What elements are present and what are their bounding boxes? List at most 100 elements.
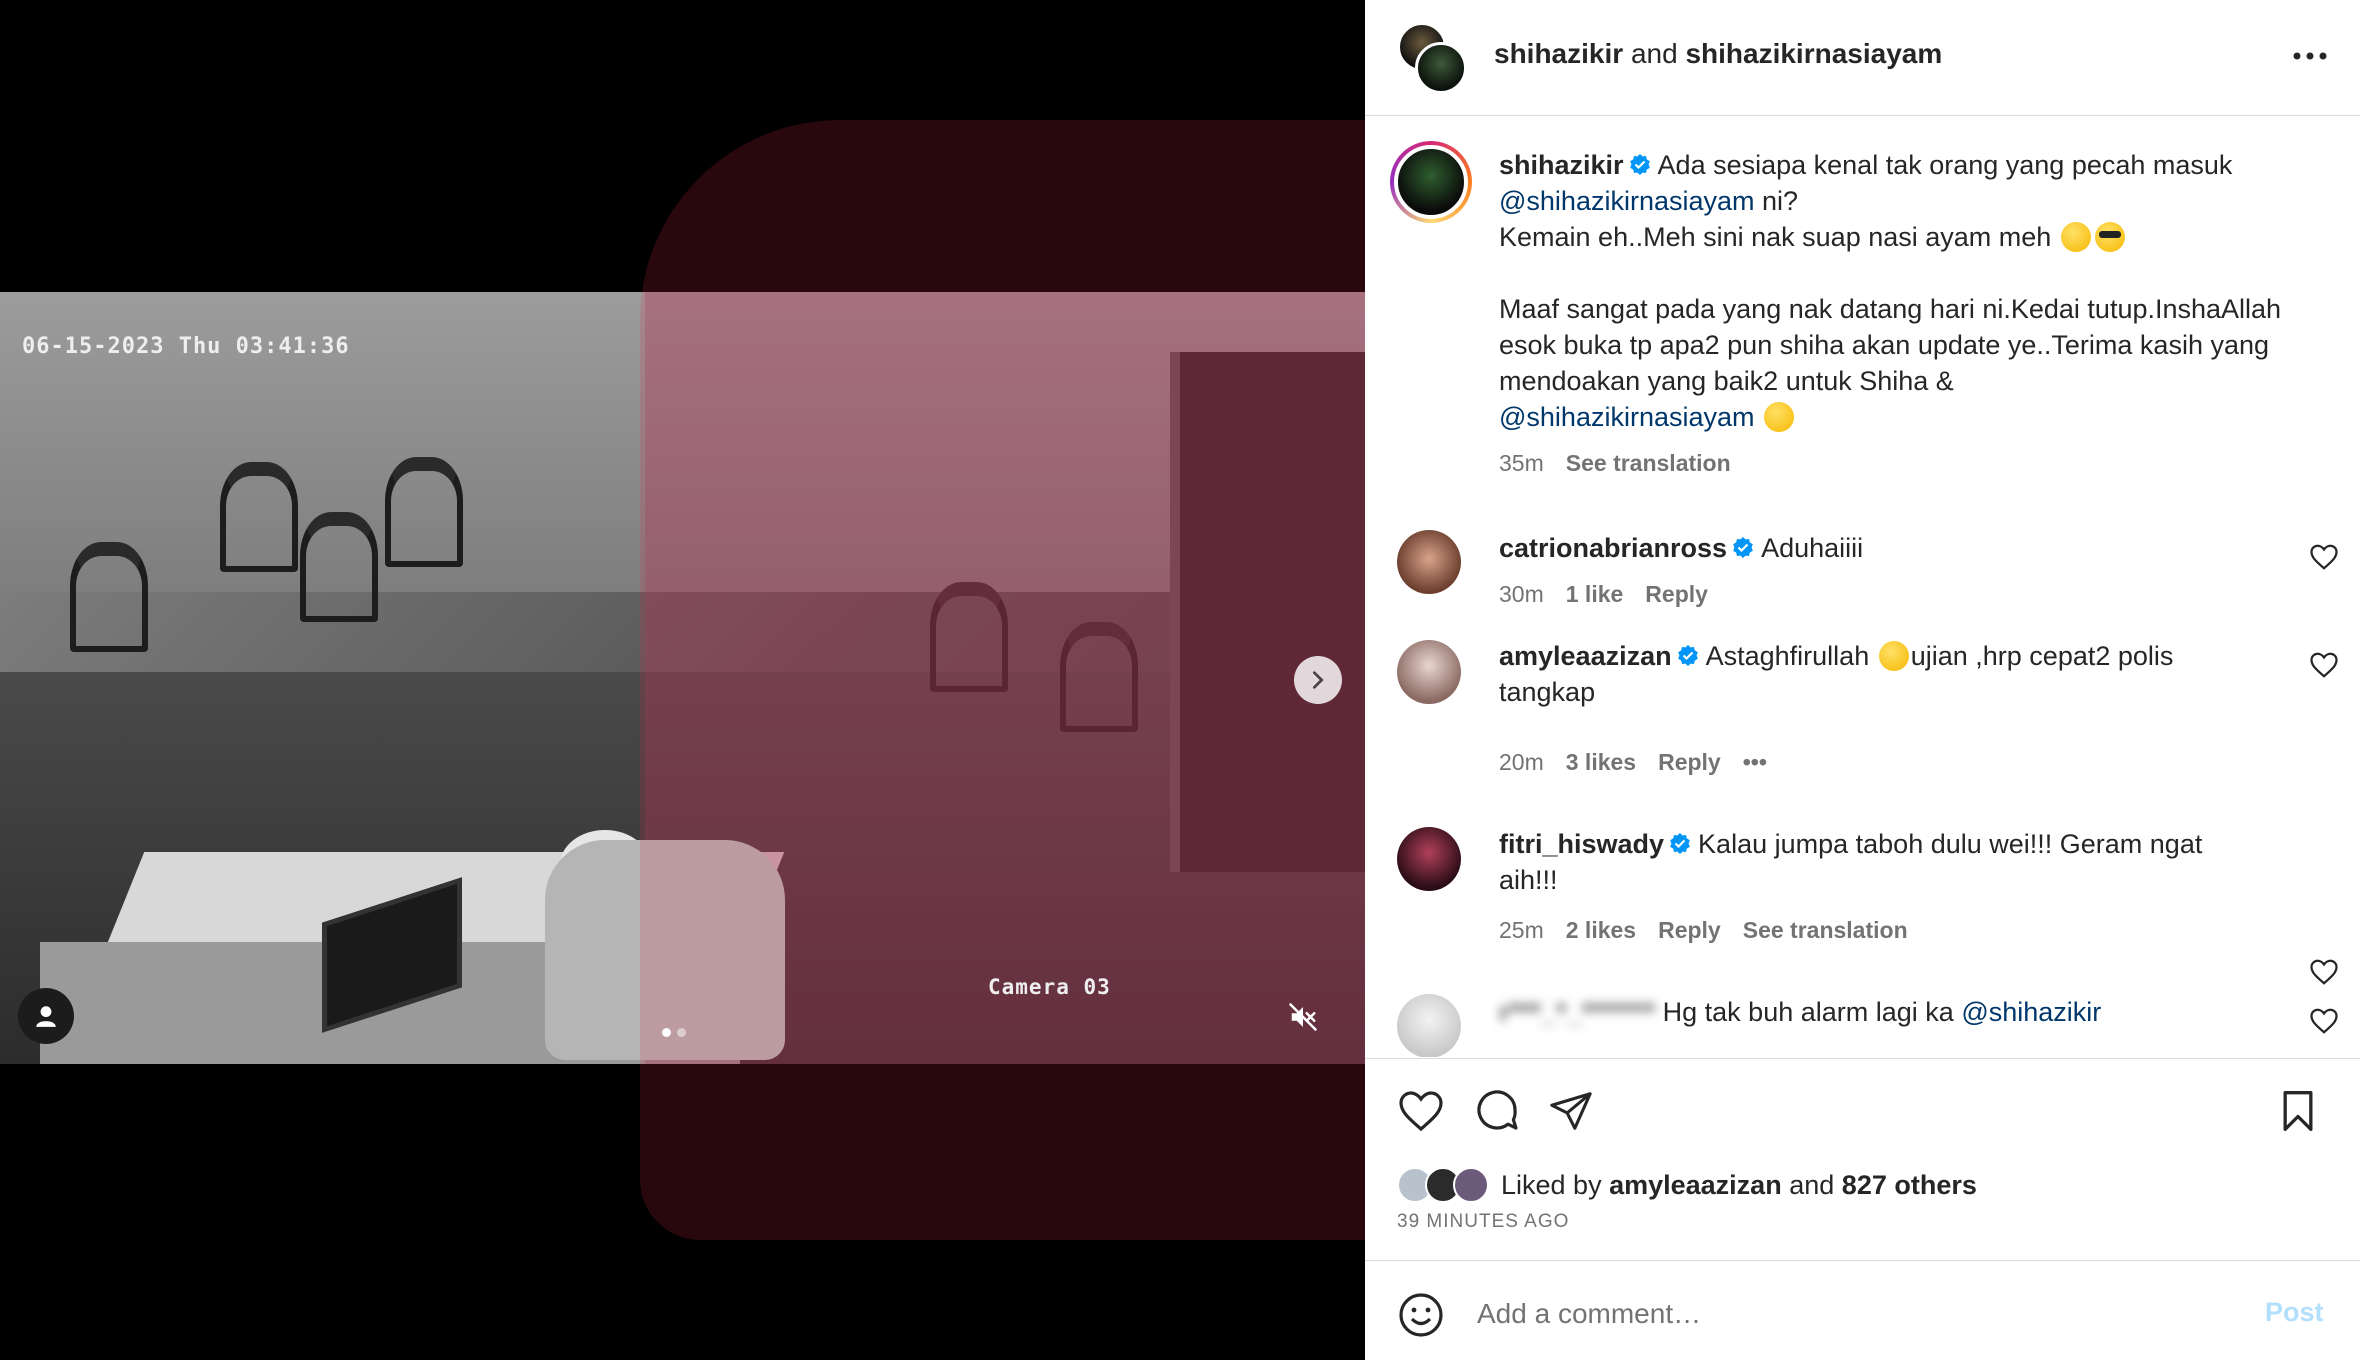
comment-username[interactable]: amyleaazizan bbox=[1499, 641, 1672, 671]
reply-button[interactable]: Reply bbox=[1658, 917, 1721, 943]
mute-toggle-button[interactable] bbox=[1278, 992, 1328, 1042]
kiss-emoji-icon bbox=[1764, 402, 1795, 432]
liker-username[interactable]: amyleaazizan bbox=[1609, 1170, 1782, 1201]
see-translation-link[interactable]: See translation bbox=[1743, 917, 1908, 943]
see-translation-link[interactable]: See translation bbox=[1566, 450, 1731, 476]
thinking-emoji-icon bbox=[2060, 222, 2091, 252]
next-slide-button[interactable] bbox=[1294, 656, 1342, 704]
post-panel: shihazikir and shihazikirnasiayam shihaz… bbox=[1365, 0, 2360, 1360]
cctv-timestamp: 06-15-2023 Thu 03:41:36 bbox=[22, 334, 350, 359]
caption-avatar[interactable] bbox=[1390, 141, 1472, 223]
caption-text: Kemain eh..Meh sini nak suap nasi ayam m… bbox=[1499, 222, 2052, 252]
liker-avatars bbox=[1397, 1167, 1489, 1203]
comment-button[interactable] bbox=[1469, 1083, 1525, 1139]
comment-text: Astaghfirullah bbox=[1705, 641, 1870, 671]
stool bbox=[70, 542, 148, 652]
reply-button[interactable]: Reply bbox=[1658, 749, 1721, 775]
post-actions: Liked by amyleaazizan and 827 others bbox=[1365, 1058, 2360, 1218]
likes-count-link[interactable]: 3 likes bbox=[1566, 749, 1636, 775]
comments-scroll[interactable]: shihazikir Ada sesiapa kenal tak orang ya… bbox=[1365, 117, 2360, 1057]
comment-text: Aduhaiiii bbox=[1761, 533, 1864, 563]
more-options-button[interactable] bbox=[2285, 36, 2335, 76]
author-link[interactable]: shihazikir bbox=[1494, 38, 1623, 69]
comment-meta: 25m 2 likes Reply See translation bbox=[1499, 917, 1930, 944]
likes-count-link[interactable]: 1 like bbox=[1566, 581, 1624, 607]
comment-body: fitri_hiswady Kalau jumpa taboh dulu wei!… bbox=[1499, 826, 2259, 898]
comment-time[interactable]: 20m bbox=[1499, 749, 1544, 775]
avatar bbox=[1453, 1167, 1489, 1203]
liked-by-prefix: Liked by bbox=[1501, 1169, 1602, 1200]
author-link[interactable]: shihazikirnasiayam bbox=[1685, 38, 1942, 69]
mention-link[interactable]: @shihazikir bbox=[1961, 997, 2101, 1027]
likes-count-link[interactable]: 2 likes bbox=[1566, 917, 1636, 943]
bookmark-icon bbox=[2283, 1091, 2313, 1131]
like-button[interactable] bbox=[1393, 1083, 1449, 1139]
collab-avatars[interactable] bbox=[1397, 22, 1467, 94]
caption-time[interactable]: 35m bbox=[1499, 450, 1544, 476]
caption-text: Maaf sangat pada yang nak datang hari ni… bbox=[1499, 294, 2282, 396]
chevron-right-icon bbox=[1312, 671, 1324, 689]
liked-by-joiner: and bbox=[1789, 1169, 1835, 1200]
caption-meta: 35m See translation bbox=[1499, 450, 1753, 477]
liked-by: Liked by amyleaazizan and 827 others bbox=[1397, 1167, 1977, 1203]
comment-input[interactable] bbox=[1477, 1291, 2177, 1337]
comment-bubble-icon bbox=[1477, 1090, 1518, 1130]
avatar bbox=[1415, 42, 1467, 94]
sunglasses-emoji-icon bbox=[2094, 222, 2125, 252]
post-time[interactable]: 39 MINUTES AGO bbox=[1397, 1211, 1569, 1233]
comment-username[interactable]: r***_*_******* bbox=[1499, 997, 1655, 1027]
comment-body: catrionabrianross Aduhaiiii bbox=[1499, 530, 2259, 566]
comment-username[interactable]: catrionabrianross bbox=[1499, 533, 1727, 563]
authors-joiner: and bbox=[1630, 38, 1678, 69]
carousel-dot bbox=[662, 1028, 671, 1037]
emoji-picker-button[interactable] bbox=[1397, 1291, 1447, 1341]
heart-icon[interactable] bbox=[2309, 1006, 2339, 1036]
mention-link[interactable]: @shihazikirnasiayam bbox=[1499, 402, 1755, 432]
stool bbox=[300, 512, 378, 622]
comment-meta: 30m 1 like Reply bbox=[1499, 581, 1730, 608]
smiley-icon bbox=[1399, 1293, 1443, 1337]
avatar[interactable] bbox=[1397, 530, 1461, 594]
comment-username[interactable]: fitri_hiswady bbox=[1499, 829, 1664, 859]
avatar[interactable] bbox=[1397, 640, 1461, 704]
post-media: 06-15-2023 Thu 03:41:36 Camera 03 bbox=[0, 0, 1365, 1360]
reply-button[interactable]: Reply bbox=[1645, 581, 1708, 607]
intruder bbox=[545, 840, 785, 1060]
comment-meta: 20m 3 likes Reply ••• bbox=[1499, 749, 1789, 776]
speaker-muted-icon bbox=[1289, 1003, 1317, 1031]
others-link[interactable]: 827 others bbox=[1842, 1170, 1977, 1201]
share-button[interactable] bbox=[1543, 1083, 1599, 1139]
comment-composer: Post bbox=[1365, 1260, 2360, 1360]
more-icon bbox=[2293, 52, 2327, 60]
mention-link[interactable]: @shihazikirnasiayam bbox=[1499, 186, 1755, 216]
comment-time[interactable]: 25m bbox=[1499, 917, 1544, 943]
verified-badge-icon bbox=[1670, 833, 1690, 854]
comment-text: Hg tak buh alarm lagi ka bbox=[1662, 997, 1954, 1027]
post-header: shihazikir and shihazikirnasiayam bbox=[1365, 0, 2360, 116]
caption-username[interactable]: shihazikir bbox=[1499, 150, 1624, 180]
comment-time[interactable]: 30m bbox=[1499, 581, 1544, 607]
caption-text: Ada sesiapa kenal tak orang yang pecah m… bbox=[1657, 150, 2233, 180]
stool bbox=[220, 462, 298, 572]
comment-body: r***_*_******* Hg tak buh alarm lagi ka … bbox=[1499, 994, 2259, 1030]
user-tag-icon bbox=[36, 1006, 56, 1027]
heart-icon[interactable] bbox=[2309, 650, 2339, 680]
verified-badge-icon bbox=[1733, 537, 1753, 558]
pleading-emoji-icon bbox=[1878, 641, 1909, 671]
tagged-users-button[interactable] bbox=[18, 988, 74, 1044]
verified-badge-icon bbox=[1629, 154, 1650, 175]
paper-plane-icon bbox=[1550, 1092, 1592, 1130]
comment-more-button[interactable]: ••• bbox=[1743, 749, 1767, 775]
heart-icon[interactable] bbox=[2309, 542, 2339, 572]
comment-body: amyleaazizan Astaghfirullah ujian ,hrp ce… bbox=[1499, 638, 2259, 710]
cctv-camera-label: Camera 03 bbox=[988, 975, 1111, 999]
avatar[interactable] bbox=[1397, 827, 1461, 891]
post-comment-button[interactable]: Post bbox=[2265, 1297, 2324, 1328]
caption-text: ni? bbox=[1754, 186, 1799, 216]
save-button[interactable] bbox=[2270, 1083, 2326, 1139]
stool bbox=[385, 457, 463, 567]
avatar[interactable] bbox=[1397, 994, 1461, 1057]
caption: shihazikir Ada sesiapa kenal tak orang ya… bbox=[1499, 147, 2319, 435]
heart-icon[interactable] bbox=[2309, 957, 2339, 987]
carousel-dot bbox=[677, 1028, 686, 1037]
